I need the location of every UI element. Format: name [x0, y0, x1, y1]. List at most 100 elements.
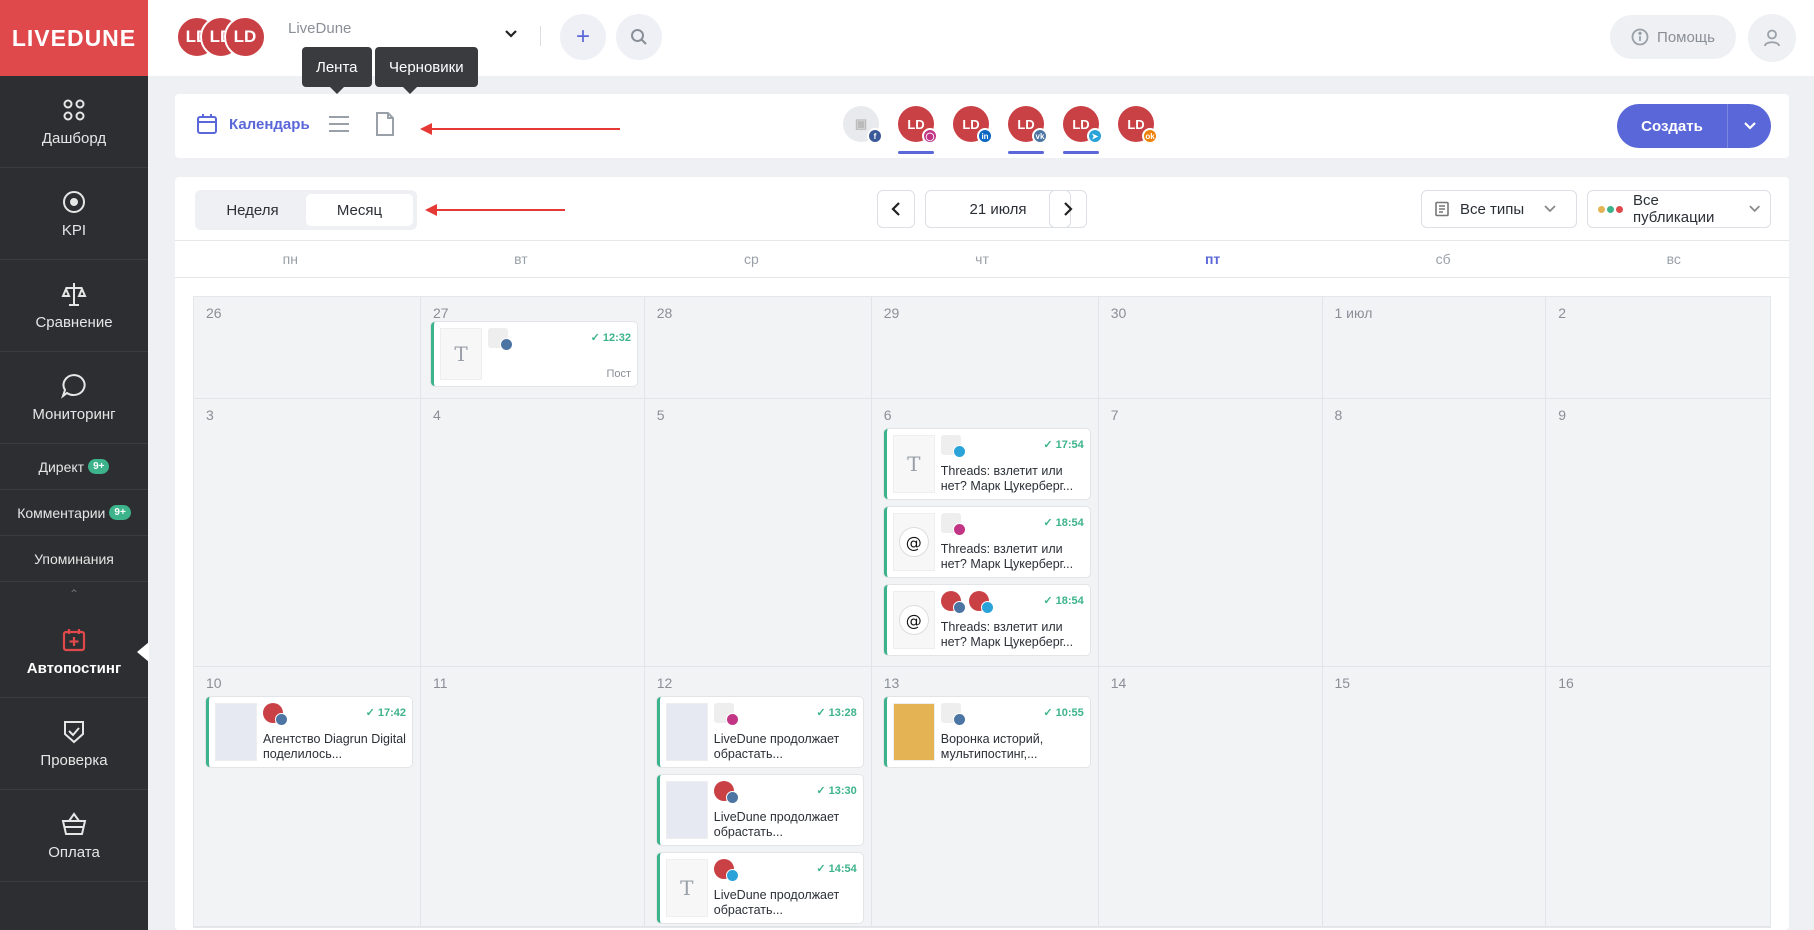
view-drafts-button[interactable] — [375, 112, 395, 139]
day-cell[interactable]: 27 T ✓ 12:32 Пост — [421, 297, 645, 399]
post-text: Воронка историй, мультипостинг,... — [940, 732, 1044, 761]
day-cell[interactable]: 4 — [421, 399, 645, 667]
weekday-label: ср — [744, 251, 759, 267]
day-cell[interactable]: 26 — [194, 297, 421, 399]
account-telegram[interactable]: LD ➤ — [1063, 106, 1103, 154]
chevron-down-icon[interactable] — [1727, 104, 1771, 148]
day-cell[interactable]: 13 ✓ 10:55 Воронка историй, мультипостин… — [871, 667, 1099, 927]
period-month[interactable]: Месяц — [306, 194, 413, 226]
account-name[interactable]: LiveDune — [288, 20, 351, 37]
day-cell[interactable]: 8 — [1322, 399, 1547, 667]
view-feed-button[interactable] — [328, 114, 350, 137]
period-week[interactable]: Неделя — [199, 194, 306, 226]
post-card[interactable]: ✓ 13:30 LiveDune продолжает обрастать... — [656, 775, 863, 845]
sidebar-item-dashboard[interactable]: Дашборд — [0, 76, 148, 168]
chevron-left-icon — [891, 202, 900, 216]
day-cell[interactable]: 12 ✓ 13:28 LiveDune продолжает обрастать… — [644, 667, 872, 927]
day-cell[interactable]: 28 — [644, 297, 872, 399]
post-text: Агентство Diagrun Digital поделилось... — [263, 732, 406, 761]
weekday-label: чт — [975, 251, 989, 267]
post-card[interactable]: ✓ 17:42 Агентство Diagrun Digital подели… — [206, 697, 412, 767]
post-text: Threads: взлетит или нет? Марк Цукерберг… — [940, 542, 1074, 571]
post-text: Threads: взлетит или нет? Марк Цукерберг… — [940, 464, 1074, 493]
sidebar-item-autoposting[interactable]: Автопостинг — [0, 606, 149, 698]
post-body: ✓ 17:42 Агентство Diagrun Digital подели… — [263, 697, 412, 767]
post-body: ✓ 18:54 Threads: взлетит или нет? Марк Ц… — [940, 585, 1090, 655]
scales-icon — [61, 283, 87, 306]
sidebar-subitem-comments[interactable]: Комментарии 9+ — [0, 490, 148, 536]
post-card[interactable]: T ✓ 17:54 Threads: взлетит или нет? Марк… — [883, 429, 1090, 499]
post-card[interactable]: @ ✓ 18:54 Threads: взлетит или нет? Марк… — [883, 507, 1090, 577]
day-cell[interactable]: 11 — [421, 667, 645, 927]
telegram-icon — [952, 445, 966, 458]
view-calendar-button[interactable]: Календарь — [195, 112, 310, 136]
status-dots-icon — [1598, 205, 1623, 213]
account-avatars[interactable]: LD LD LD — [176, 16, 276, 60]
sidebar-item-monitoring[interactable]: Мониторинг — [0, 352, 148, 444]
next-button[interactable] — [1049, 190, 1087, 228]
account-linkedin[interactable]: LD in — [953, 106, 993, 150]
sidebar-subitem-direct[interactable]: Директ 9+ — [0, 444, 148, 490]
help-button[interactable]: Помощь — [1610, 15, 1736, 59]
prev-button[interactable] — [877, 190, 915, 228]
account-facebook[interactable]: ▣ f — [843, 106, 883, 150]
publications-filter[interactable]: Все публикации — [1587, 190, 1771, 228]
chevron-up-icon[interactable]: ⌃ — [0, 582, 148, 606]
post-type: Пост — [606, 368, 631, 380]
day-cell[interactable]: 6 T ✓ 17:54 Threads: взлетит или нет? Ма… — [871, 399, 1099, 667]
account-avatar — [940, 513, 966, 536]
day-cell[interactable]: 15 — [1322, 667, 1547, 927]
chat-bubble-icon — [61, 373, 86, 399]
day-cell[interactable]: 1 июл — [1322, 297, 1547, 399]
post-card[interactable]: ✓ 13:28 LiveDune продолжает обрастать... — [656, 697, 863, 767]
post-card[interactable]: ✓ 10:55 Воронка историй, мультипостинг,.… — [883, 697, 1090, 767]
day-number: 14 — [1110, 675, 1127, 691]
livedune-logo[interactable]: LIVEDUNE — [0, 0, 148, 76]
user-icon — [1764, 29, 1780, 47]
day-cell[interactable]: 30 — [1098, 297, 1323, 399]
selected-indicator — [1063, 151, 1099, 154]
post-body: ✓ 18:54 Threads: взлетит или нет? Марк Ц… — [940, 507, 1090, 577]
account-vk[interactable]: LD vk — [1008, 106, 1048, 154]
post-body: ✓ 12:32 Пост — [488, 322, 637, 386]
post-card[interactable]: @ ✓ 18:54 Threads: взлетит или нет? Марк… — [883, 585, 1090, 655]
instagram-icon — [952, 523, 966, 536]
day-number: 1 июл — [1334, 305, 1373, 321]
search-button[interactable] — [616, 14, 662, 60]
day-cell[interactable]: 3 — [194, 399, 421, 667]
target-icon — [63, 191, 85, 213]
calendar-icon — [197, 114, 217, 134]
account-ok[interactable]: LD ok — [1118, 106, 1158, 150]
threads-icon: @ — [898, 527, 929, 557]
sidebar-subitem-mentions[interactable]: Упоминания — [0, 536, 148, 582]
day-cell[interactable]: 29 — [871, 297, 1099, 399]
day-cell[interactable]: 2 — [1546, 297, 1770, 399]
sidebar-item-check[interactable]: Проверка — [0, 698, 148, 790]
weekday-label: пн — [282, 251, 298, 267]
types-filter[interactable]: Все типы — [1421, 190, 1577, 228]
chevron-down-icon[interactable] — [504, 26, 518, 42]
add-button[interactable]: + — [560, 14, 606, 60]
post-card[interactable]: T ✓ 14:54 LiveDune продолжает обрастать.… — [656, 853, 863, 923]
sidebar-item-payment[interactable]: Оплата — [0, 790, 148, 882]
calendar-plus-icon — [62, 629, 86, 652]
day-cell[interactable]: 5 — [644, 399, 872, 667]
sidebar-item-kpi[interactable]: KPI — [0, 168, 148, 260]
tooltip-feed: Лента — [302, 47, 372, 94]
sidebar-item-label: Комментарии — [17, 504, 106, 521]
sidebar-item-compare[interactable]: Сравнение — [0, 260, 148, 352]
post-card[interactable]: T ✓ 12:32 Пост — [431, 322, 637, 386]
weekday-label-today: пт — [1204, 251, 1221, 267]
user-menu-button[interactable] — [1748, 14, 1796, 62]
account-instagram[interactable]: LD ◯ — [898, 106, 938, 154]
day-cell[interactable]: 14 — [1098, 667, 1323, 927]
list-icon — [329, 116, 349, 132]
day-cell[interactable]: 10 ✓ 17:42 Агентство Diagrun Digital под… — [194, 667, 421, 927]
chevron-down-icon — [1544, 205, 1556, 213]
day-number: 10 — [206, 675, 222, 691]
day-cell[interactable]: 7 — [1098, 399, 1323, 667]
day-cell[interactable]: 16 — [1546, 667, 1770, 927]
create-button[interactable]: Создать — [1617, 104, 1771, 148]
day-cell[interactable]: 9 — [1546, 399, 1770, 667]
sidebar-item-label: Дашборд — [41, 130, 107, 147]
